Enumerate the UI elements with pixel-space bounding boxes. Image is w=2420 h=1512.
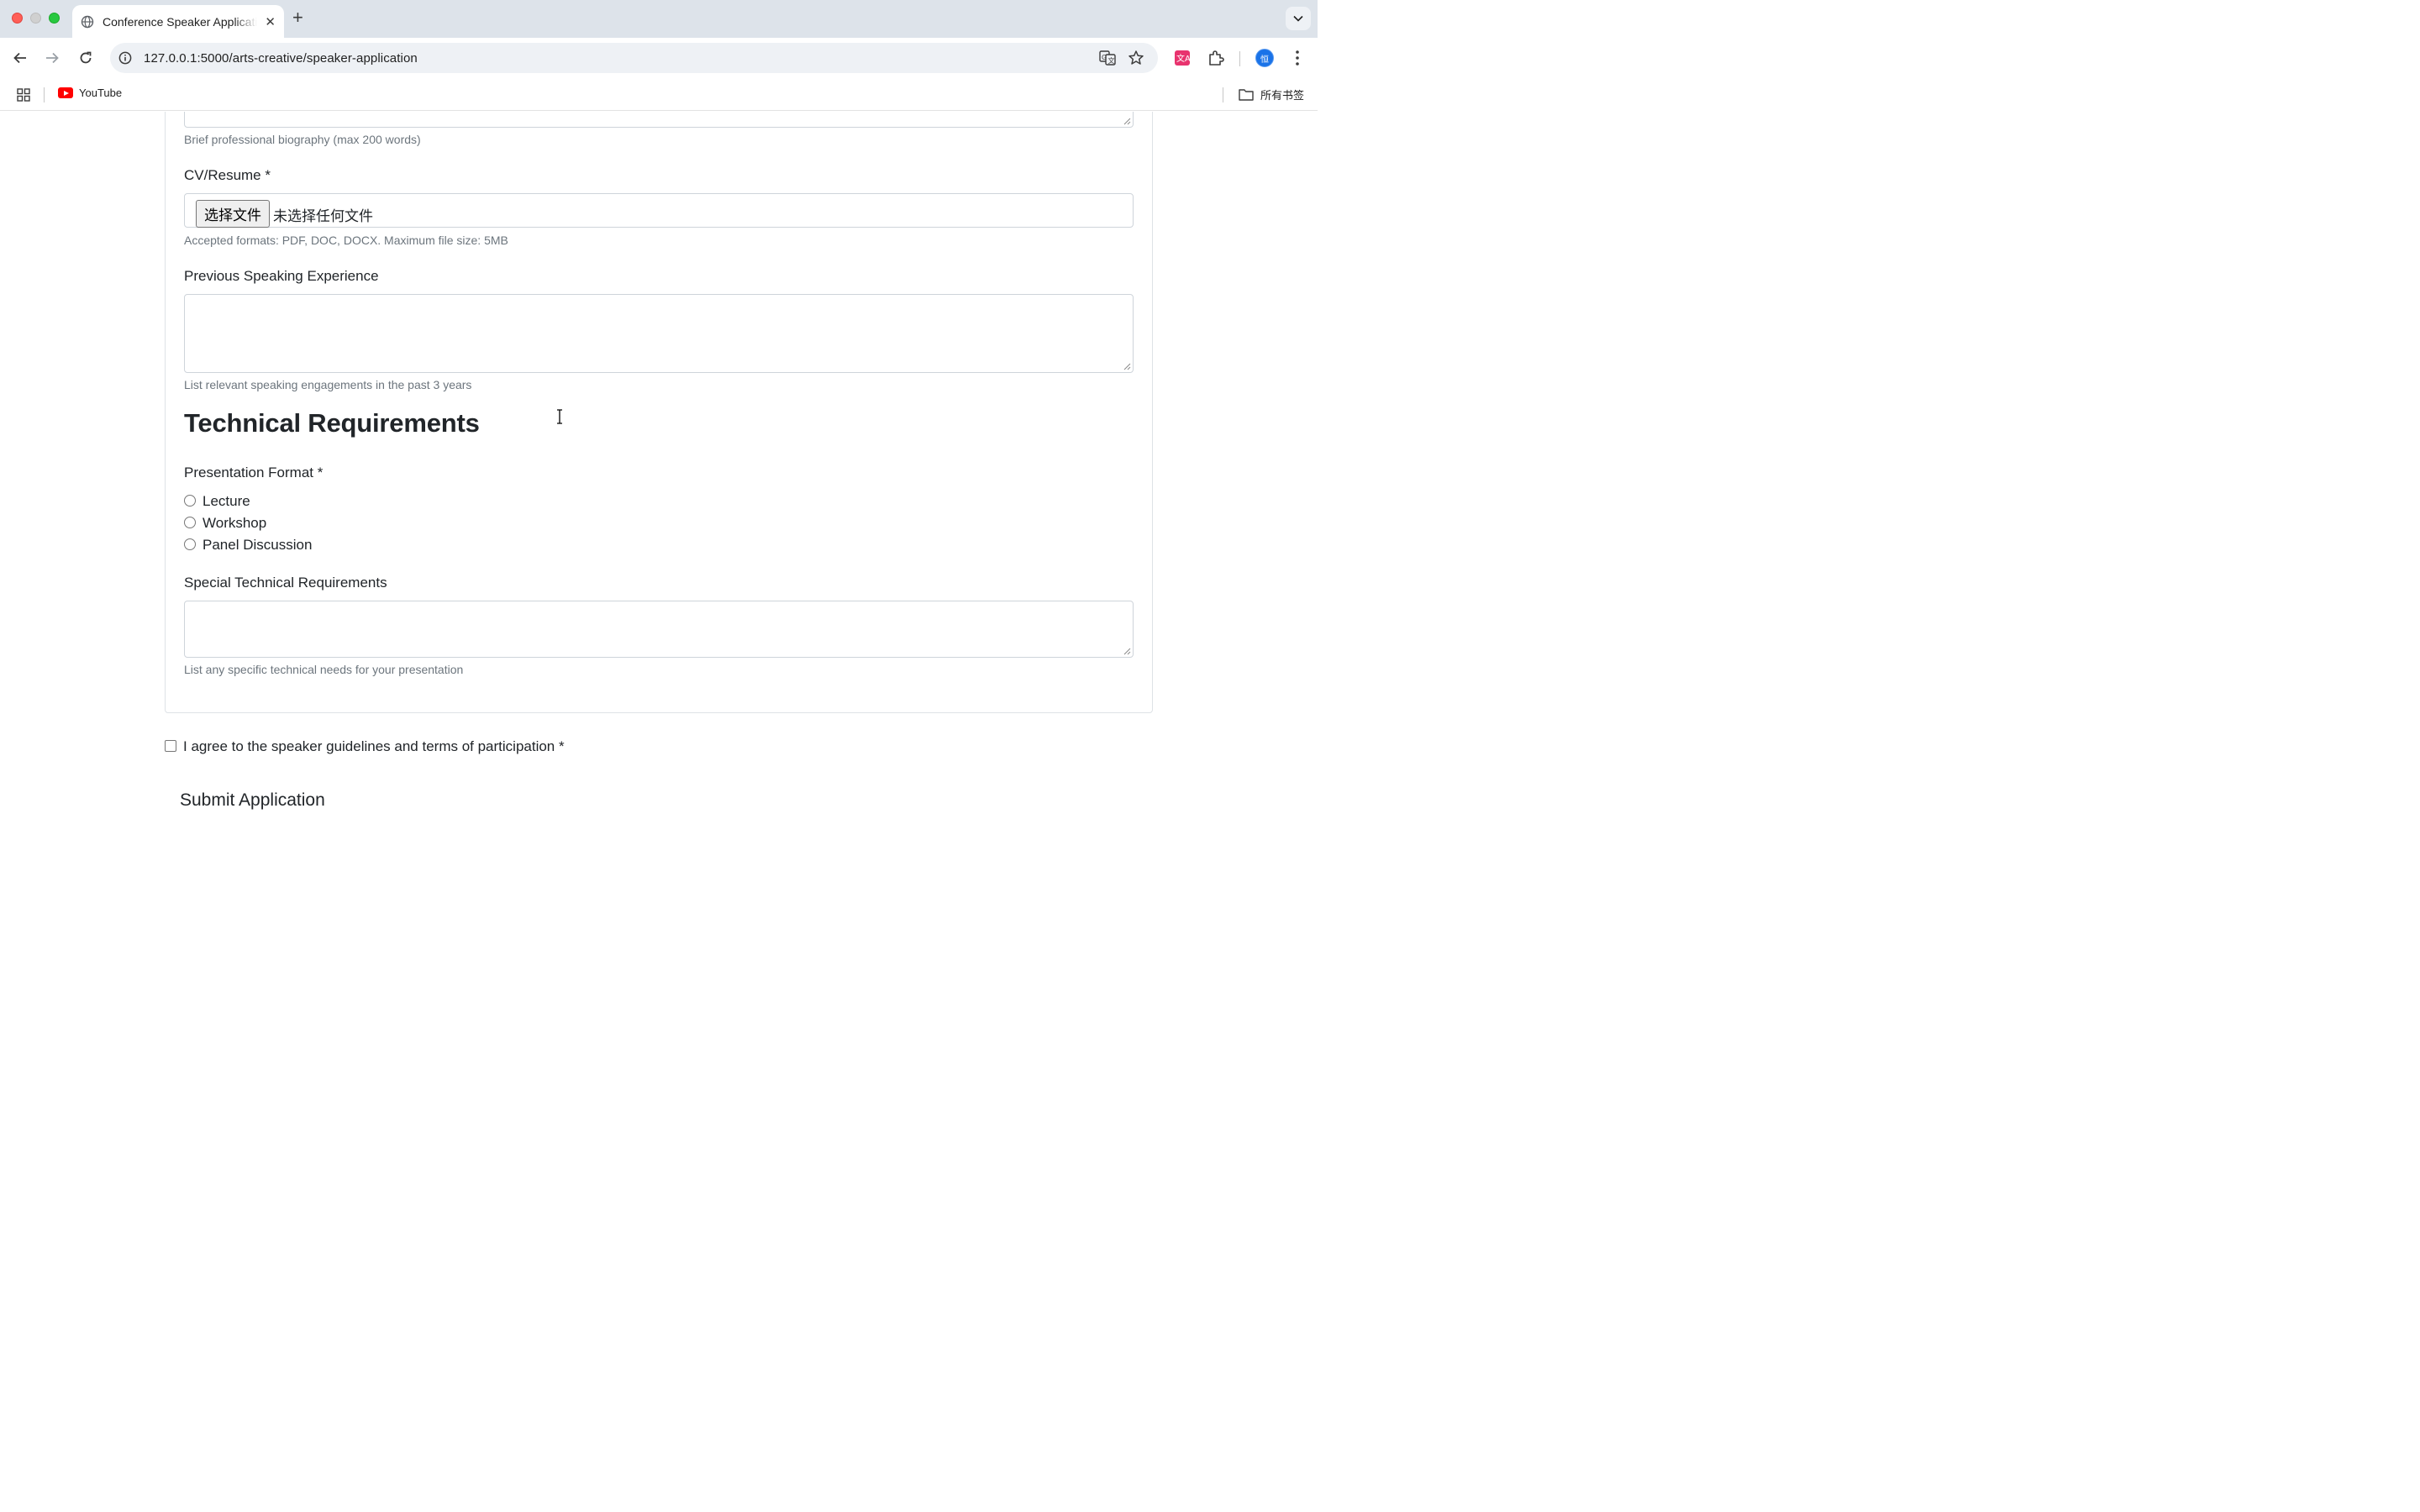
tab-active[interactable]: Conference Speaker Application ✕ <box>72 5 284 38</box>
chevron-down-icon <box>1293 15 1303 22</box>
forward-arrow-icon <box>46 52 59 64</box>
radio-workshop[interactable]: Workshop <box>184 515 266 532</box>
experience-label: Previous Speaking Experience <box>184 268 379 284</box>
text-cursor-icon <box>557 409 562 424</box>
choose-file-button[interactable]: 选择文件 <box>196 200 270 228</box>
all-bookmarks-label: 所有书签 <box>1260 89 1305 102</box>
browser-toolbar: 127.0.0.1:5000/arts-creative/speaker-app… <box>0 38 1318 78</box>
site-info-icon[interactable] <box>118 51 132 65</box>
radio-label: Lecture <box>203 493 250 509</box>
cv-file-input[interactable]: 选择文件 未选择任何文件 <box>184 193 1134 228</box>
all-bookmarks-button[interactable]: 所有书签 <box>1239 87 1304 102</box>
agree-checkbox[interactable] <box>165 740 176 752</box>
new-tab-button[interactable]: + <box>292 8 303 27</box>
radio-label: Workshop <box>203 515 267 531</box>
more-menu-icon[interactable] <box>1291 48 1304 68</box>
bookmark-star-icon[interactable] <box>1128 50 1144 66</box>
special-label: Special Technical Requirements <box>184 575 387 591</box>
agree-label: I agree to the speaker guidelines and te… <box>183 738 565 754</box>
svg-text:文: 文 <box>1108 56 1115 65</box>
special-textarea[interactable] <box>184 601 1134 658</box>
extensions-puzzle-icon[interactable] <box>1207 49 1225 67</box>
section-title: Technical Requirements <box>184 408 480 438</box>
experience-help: List relevant speaking engagements in th… <box>184 378 472 391</box>
radio-button[interactable] <box>184 517 196 528</box>
address-bar[interactable]: 127.0.0.1:5000/arts-creative/speaker-app… <box>110 43 1158 73</box>
bookmarks-divider <box>44 87 45 102</box>
toolbar-divider <box>1239 51 1240 66</box>
submit-button[interactable]: Submit Application <box>180 790 325 811</box>
bookmark-label: YouTube <box>79 87 123 99</box>
back-arrow-icon <box>13 52 26 64</box>
agree-checkbox-row[interactable]: I agree to the speaker guidelines and te… <box>165 738 565 755</box>
minimize-window-button[interactable] <box>30 13 41 24</box>
bio-textarea[interactable] <box>184 112 1134 128</box>
folder-icon <box>1239 89 1254 101</box>
svg-text:文A: 文A <box>1176 53 1191 64</box>
maximize-window-button[interactable] <box>49 13 60 24</box>
cv-help: Accepted formats: PDF, DOC, DOCX. Maximu… <box>184 234 508 247</box>
translate-extension-icon[interactable]: 文A <box>1174 50 1191 66</box>
resize-grip-icon <box>1123 118 1131 125</box>
tab-title: Conference Speaker Application <box>103 14 257 29</box>
tab-search-button[interactable] <box>1286 7 1311 30</box>
radio-label: Panel Discussion <box>203 537 313 553</box>
globe-icon <box>81 15 94 28</box>
close-tab-icon[interactable]: ✕ <box>265 14 276 29</box>
forward-button[interactable] <box>42 48 62 68</box>
bookmark-youtube[interactable]: YouTube <box>58 87 122 99</box>
format-label: Presentation Format * <box>184 465 324 480</box>
cv-label: CV/Resume * <box>184 167 271 183</box>
radio-button[interactable] <box>184 495 196 507</box>
reload-icon <box>80 51 92 64</box>
svg-text:G: G <box>1102 54 1107 61</box>
profile-avatar[interactable]: 恒 <box>1255 49 1274 67</box>
reload-button[interactable] <box>76 48 96 68</box>
file-status: 未选择任何文件 <box>273 208 373 225</box>
special-help: List any specific technical needs for yo… <box>184 663 464 676</box>
back-button[interactable] <box>10 48 30 68</box>
translate-icon[interactable]: G 文 <box>1099 50 1116 66</box>
radio-lecture[interactable]: Lecture <box>184 493 250 510</box>
page-viewport: Brief professional biography (max 200 wo… <box>0 112 1318 823</box>
browser-tabstrip: Conference Speaker Application ✕ + <box>0 0 1318 38</box>
radio-button[interactable] <box>184 538 196 550</box>
apps-grid-icon[interactable] <box>17 88 30 102</box>
url-text[interactable]: 127.0.0.1:5000/arts-creative/speaker-app… <box>144 51 418 66</box>
youtube-icon <box>58 87 73 98</box>
experience-textarea[interactable] <box>184 294 1134 373</box>
resize-grip-icon <box>1123 648 1131 655</box>
bio-help: Brief professional biography (max 200 wo… <box>184 133 421 146</box>
bookmarks-bar: YouTube 所有书签 <box>0 78 1318 111</box>
radio-panel-discussion[interactable]: Panel Discussion <box>184 537 312 554</box>
close-window-button[interactable] <box>12 13 23 24</box>
resize-grip-icon <box>1123 363 1131 370</box>
